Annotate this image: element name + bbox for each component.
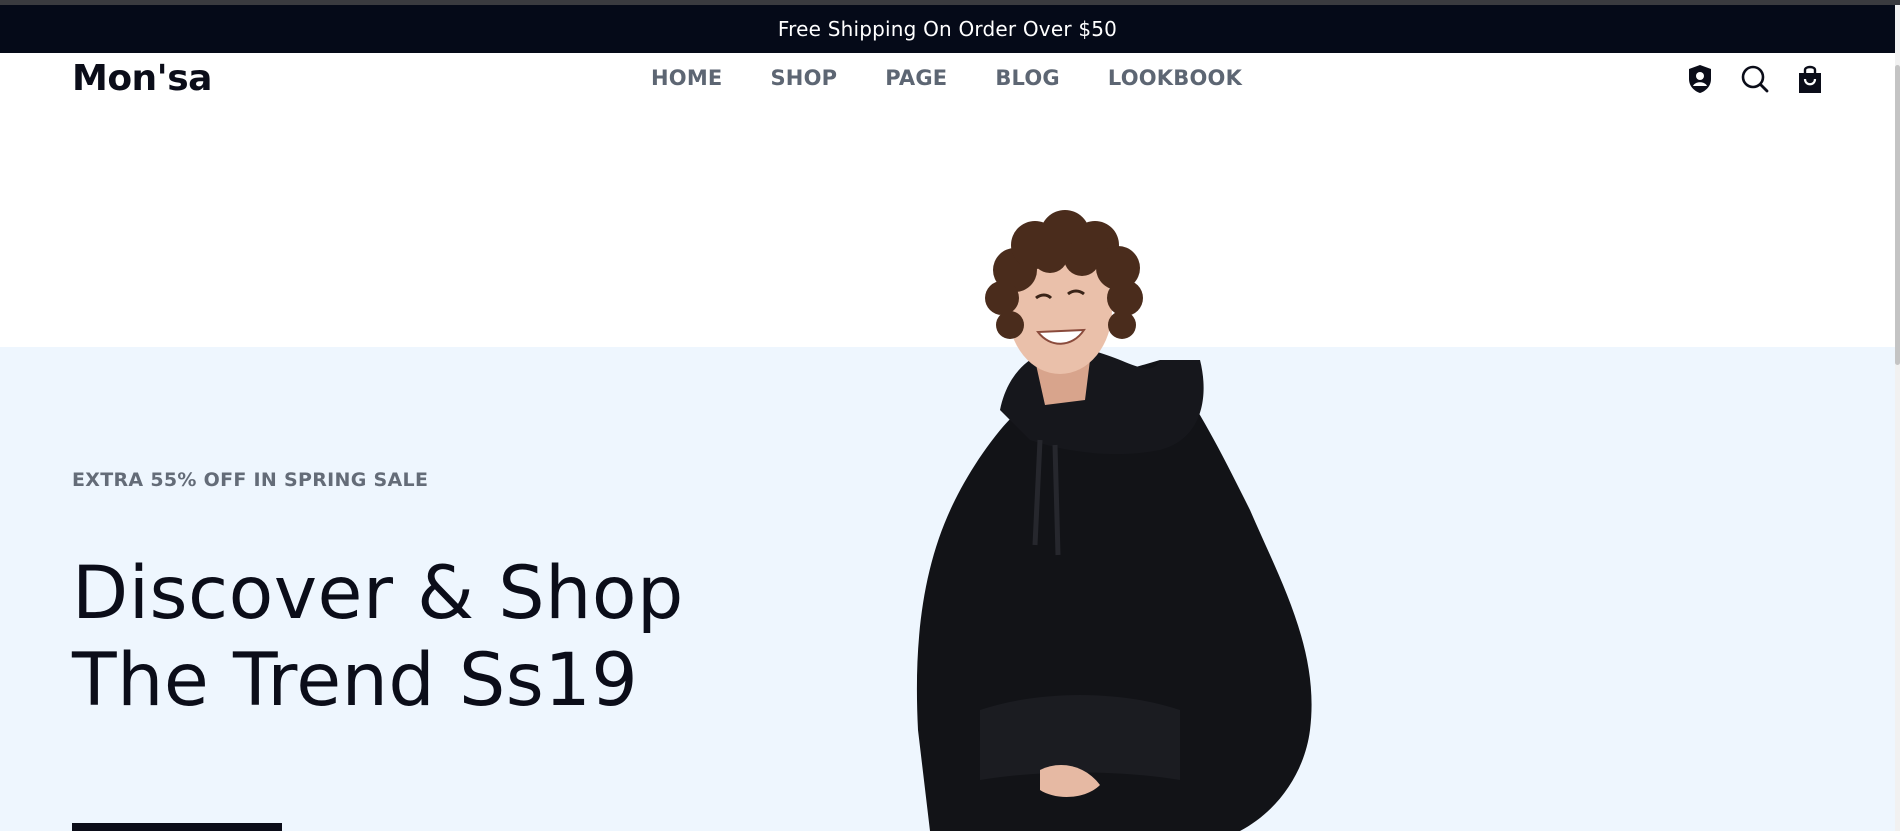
hero-title: Discover & Shop The Trend Ss19 [72, 550, 772, 724]
page: Free Shipping On Order Over $50 Mon'sa H… [0, 0, 1900, 831]
announcement-text: Free Shipping On Order Over $50 [777, 17, 1118, 41]
scrollbar-thumb[interactable] [1895, 65, 1900, 365]
nav-item-lookbook[interactable]: LOOKBOOK [1108, 66, 1242, 90]
main-nav: HOME SHOP PAGE BLOG LOOKBOOK [651, 66, 1242, 90]
hero-shop-button[interactable] [72, 823, 282, 831]
site-header: Mon'sa HOME SHOP PAGE BLOG LOOKBOOK [0, 53, 1895, 108]
header-icons [1685, 64, 1825, 94]
page-scrollbar[interactable] [1895, 5, 1900, 831]
hero-subtitle: EXTRA 55% OFF IN SPRING SALE [72, 469, 429, 491]
account-shield-icon[interactable] [1685, 64, 1715, 94]
site-logo[interactable]: Mon'sa [72, 58, 212, 99]
nav-item-blog[interactable]: BLOG [995, 66, 1060, 90]
announcement-bar: Free Shipping On Order Over $50 [0, 5, 1895, 53]
search-icon[interactable] [1740, 64, 1770, 94]
shopping-bag-icon[interactable] [1795, 64, 1825, 94]
nav-item-home[interactable]: HOME [651, 66, 722, 90]
nav-item-shop[interactable]: SHOP [770, 66, 837, 90]
hero-title-line-1: Discover & Shop [72, 551, 684, 636]
nav-item-page[interactable]: PAGE [885, 66, 947, 90]
hero-title-line-2: The Trend Ss19 [72, 638, 639, 723]
hero-model-image [860, 210, 1340, 831]
